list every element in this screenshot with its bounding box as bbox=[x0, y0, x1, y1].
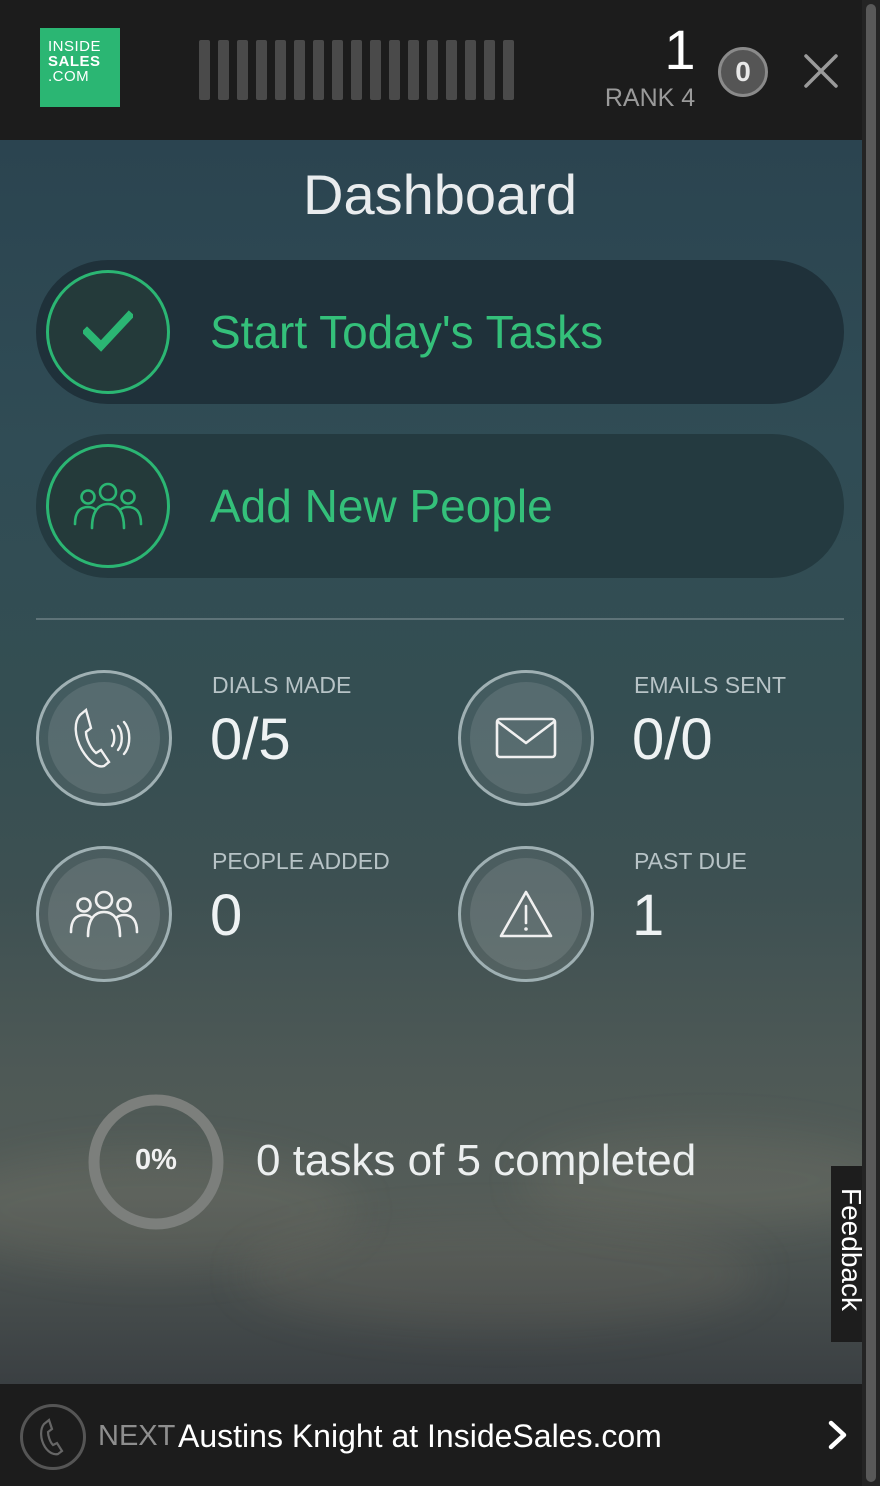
notification-badge[interactable]: 0 bbox=[718, 47, 768, 97]
meter-bar bbox=[427, 40, 438, 100]
top-bar: INSIDE SALES .COM 1 RANK 4 0 bbox=[0, 0, 862, 140]
meter-bar bbox=[484, 40, 495, 100]
page-title: Dashboard bbox=[303, 163, 577, 226]
logo-line-2: SALES bbox=[48, 53, 101, 70]
insidesales-logo: INSIDE SALES .COM bbox=[40, 28, 120, 107]
envelope-icon bbox=[495, 717, 557, 759]
logo-line-1: INSIDE bbox=[48, 38, 102, 55]
past-due-value: 1 bbox=[632, 883, 665, 948]
close-icon[interactable] bbox=[800, 50, 842, 92]
people-added-badge bbox=[36, 846, 172, 982]
dials-made-badge bbox=[36, 670, 172, 806]
meter-bar bbox=[237, 40, 248, 100]
phone-icon bbox=[20, 1404, 86, 1470]
add-people-button[interactable]: Add New People bbox=[36, 434, 844, 578]
scrollbar[interactable] bbox=[862, 0, 880, 1486]
next-call-bar[interactable]: NEXT Austins Knight at InsideSales.com bbox=[0, 1384, 862, 1486]
people-icon bbox=[46, 444, 170, 568]
logo-line-3: .COM bbox=[48, 68, 90, 85]
meter-bar bbox=[465, 40, 476, 100]
meter-bar bbox=[389, 40, 400, 100]
next-contact: Austins Knight at InsideSales.com bbox=[178, 1418, 662, 1454]
meter-bar bbox=[332, 40, 343, 100]
meter-bar bbox=[446, 40, 457, 100]
scrollbar-thumb[interactable] bbox=[866, 4, 876, 1482]
meter-bar bbox=[294, 40, 305, 100]
start-tasks-button[interactable]: Start Today's Tasks bbox=[36, 260, 844, 404]
emails-sent-value: 0/0 bbox=[632, 707, 713, 772]
progress-summary: 0 tasks of 5 completed bbox=[256, 1136, 697, 1185]
meter-bar bbox=[351, 40, 362, 100]
chevron-right-icon[interactable] bbox=[826, 1420, 850, 1455]
past-due-label: PAST DUE bbox=[634, 848, 747, 874]
dials-made-value: 0/5 bbox=[210, 707, 291, 772]
start-tasks-label: Start Today's Tasks bbox=[210, 306, 604, 358]
warning-icon bbox=[499, 890, 553, 938]
phone-ringing-icon bbox=[74, 707, 131, 768]
meter-bar bbox=[370, 40, 381, 100]
dials-made-label: DIALS MADE bbox=[212, 672, 352, 698]
meter-bar bbox=[218, 40, 229, 100]
emails-sent-label: EMAILS SENT bbox=[634, 672, 787, 698]
people-added-value: 0 bbox=[210, 883, 243, 948]
meter-bar bbox=[408, 40, 419, 100]
meter-bar bbox=[275, 40, 286, 100]
meter-bar bbox=[199, 40, 210, 100]
people-icon bbox=[69, 890, 139, 938]
checkmark-icon bbox=[46, 270, 170, 394]
meter-bar bbox=[503, 40, 514, 100]
add-people-label: Add New People bbox=[210, 480, 553, 532]
next-label: NEXT bbox=[98, 1420, 176, 1452]
divider bbox=[36, 618, 844, 620]
emails-sent-badge bbox=[458, 670, 594, 806]
dashboard-panel: Dashboard Start Today's Tasks Add New Pe… bbox=[0, 140, 862, 1384]
activity-meter bbox=[199, 40, 514, 100]
meter-bar bbox=[256, 40, 267, 100]
progress-percent: 0% bbox=[135, 1144, 177, 1176]
past-due-badge bbox=[458, 846, 594, 982]
meter-bar bbox=[313, 40, 324, 100]
rank-label: RANK 4 bbox=[604, 84, 696, 112]
people-added-label: PEOPLE ADDED bbox=[212, 848, 390, 874]
